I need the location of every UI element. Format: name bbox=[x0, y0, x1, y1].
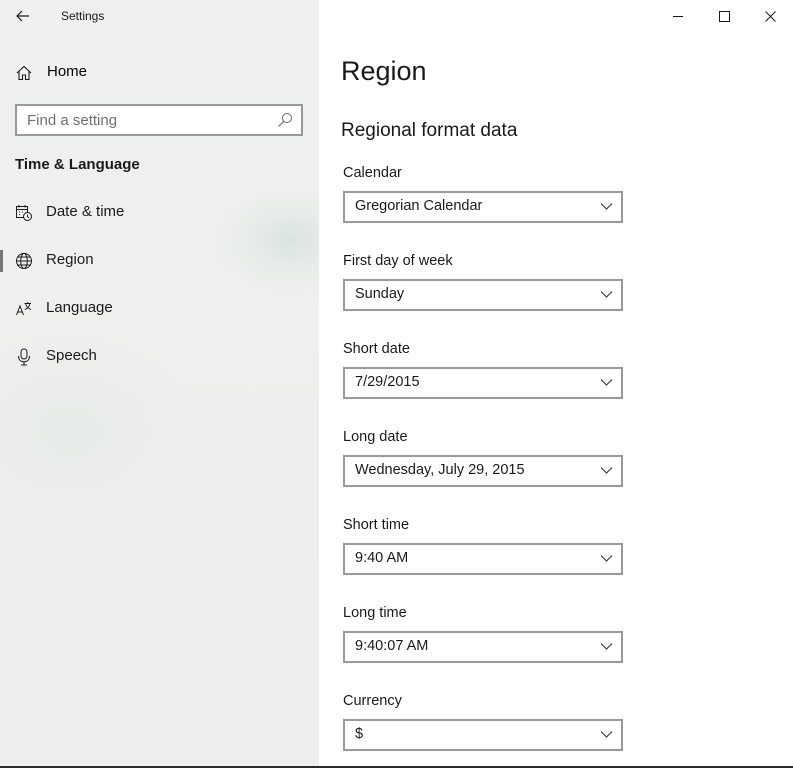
currency-label: Currency bbox=[343, 693, 402, 709]
sidebar: Settings Home Time & Language bbox=[0, 0, 319, 766]
sidebar-item-label: Speech bbox=[46, 347, 97, 364]
maximize-icon bbox=[718, 10, 730, 22]
dropdown-value: Sunday bbox=[355, 286, 405, 302]
section-heading: Regional format data bbox=[341, 120, 518, 141]
long-date-dropdown[interactable]: Wednesday, July 29, 2015 bbox=[343, 455, 623, 487]
close-icon bbox=[764, 10, 776, 22]
language-icon bbox=[16, 302, 32, 316]
maximize-button[interactable] bbox=[701, 0, 747, 32]
first-day-of-week-dropdown[interactable]: Sunday bbox=[343, 279, 623, 311]
short-date-dropdown[interactable]: 7/29/2015 bbox=[343, 367, 623, 399]
sidebar-item-date-time[interactable]: Date & time bbox=[0, 193, 319, 233]
search-box[interactable] bbox=[15, 104, 303, 136]
long-date-label: Long date bbox=[343, 429, 408, 445]
page-title: Region bbox=[341, 56, 427, 86]
title-bar: Settings bbox=[0, 0, 319, 32]
dropdown-value: $ bbox=[355, 726, 364, 742]
app-title: Settings bbox=[61, 9, 105, 23]
search-icon[interactable] bbox=[277, 112, 293, 128]
chevron-down-icon bbox=[600, 379, 613, 386]
back-arrow-icon bbox=[16, 10, 29, 22]
chevron-down-icon bbox=[600, 731, 613, 738]
sidebar-item-speech[interactable]: Speech bbox=[0, 337, 319, 377]
close-button[interactable] bbox=[747, 0, 793, 32]
chevron-down-icon bbox=[600, 643, 613, 650]
selected-indicator bbox=[0, 250, 3, 272]
settings-window: Settings Home Time & Language bbox=[0, 0, 793, 768]
dropdown-value: Wednesday, July 29, 2015 bbox=[355, 462, 525, 478]
back-button[interactable] bbox=[8, 3, 38, 29]
chevron-down-icon bbox=[600, 555, 613, 562]
sidebar-item-language[interactable]: Language bbox=[0, 289, 319, 329]
chevron-down-icon bbox=[600, 467, 613, 474]
window-controls bbox=[655, 0, 793, 32]
microphone-icon bbox=[18, 348, 30, 366]
short-date-label: Short date bbox=[343, 341, 410, 357]
globe-icon bbox=[16, 253, 32, 269]
chevron-down-icon bbox=[600, 291, 613, 298]
sidebar-item-label: Language bbox=[46, 299, 113, 316]
long-time-label: Long time bbox=[343, 605, 407, 621]
sidebar-item-label: Date & time bbox=[46, 203, 125, 220]
section-title: Time & Language bbox=[15, 156, 140, 173]
sidebar-item-label: Region bbox=[46, 251, 94, 268]
currency-dropdown[interactable]: $ bbox=[343, 719, 623, 751]
sidebar-item-home[interactable]: Home bbox=[0, 56, 319, 90]
long-time-dropdown[interactable]: 9:40:07 AM bbox=[343, 631, 623, 663]
calendar-dropdown[interactable]: Gregorian Calendar bbox=[343, 191, 623, 223]
chevron-down-icon bbox=[600, 203, 613, 210]
short-time-dropdown[interactable]: 9:40 AM bbox=[343, 543, 623, 575]
first-day-of-week-label: First day of week bbox=[343, 253, 453, 269]
dropdown-value: Gregorian Calendar bbox=[355, 198, 483, 214]
minimize-icon bbox=[672, 15, 683, 17]
sidebar-item-region[interactable]: Region bbox=[0, 241, 319, 281]
calendar-clock-icon bbox=[16, 205, 32, 221]
calendar-label: Calendar bbox=[343, 165, 402, 181]
short-time-label: Short time bbox=[343, 517, 410, 533]
dropdown-value: 9:40:07 AM bbox=[355, 638, 429, 654]
dropdown-value: 7/29/2015 bbox=[355, 374, 420, 390]
home-icon bbox=[16, 65, 32, 81]
sidebar-item-label: Home bbox=[47, 63, 88, 80]
main-content: Region Regional format data Calendar Gre… bbox=[319, 0, 793, 766]
minimize-button[interactable] bbox=[655, 0, 701, 32]
search-input[interactable] bbox=[17, 106, 277, 134]
dropdown-value: 9:40 AM bbox=[355, 550, 409, 566]
